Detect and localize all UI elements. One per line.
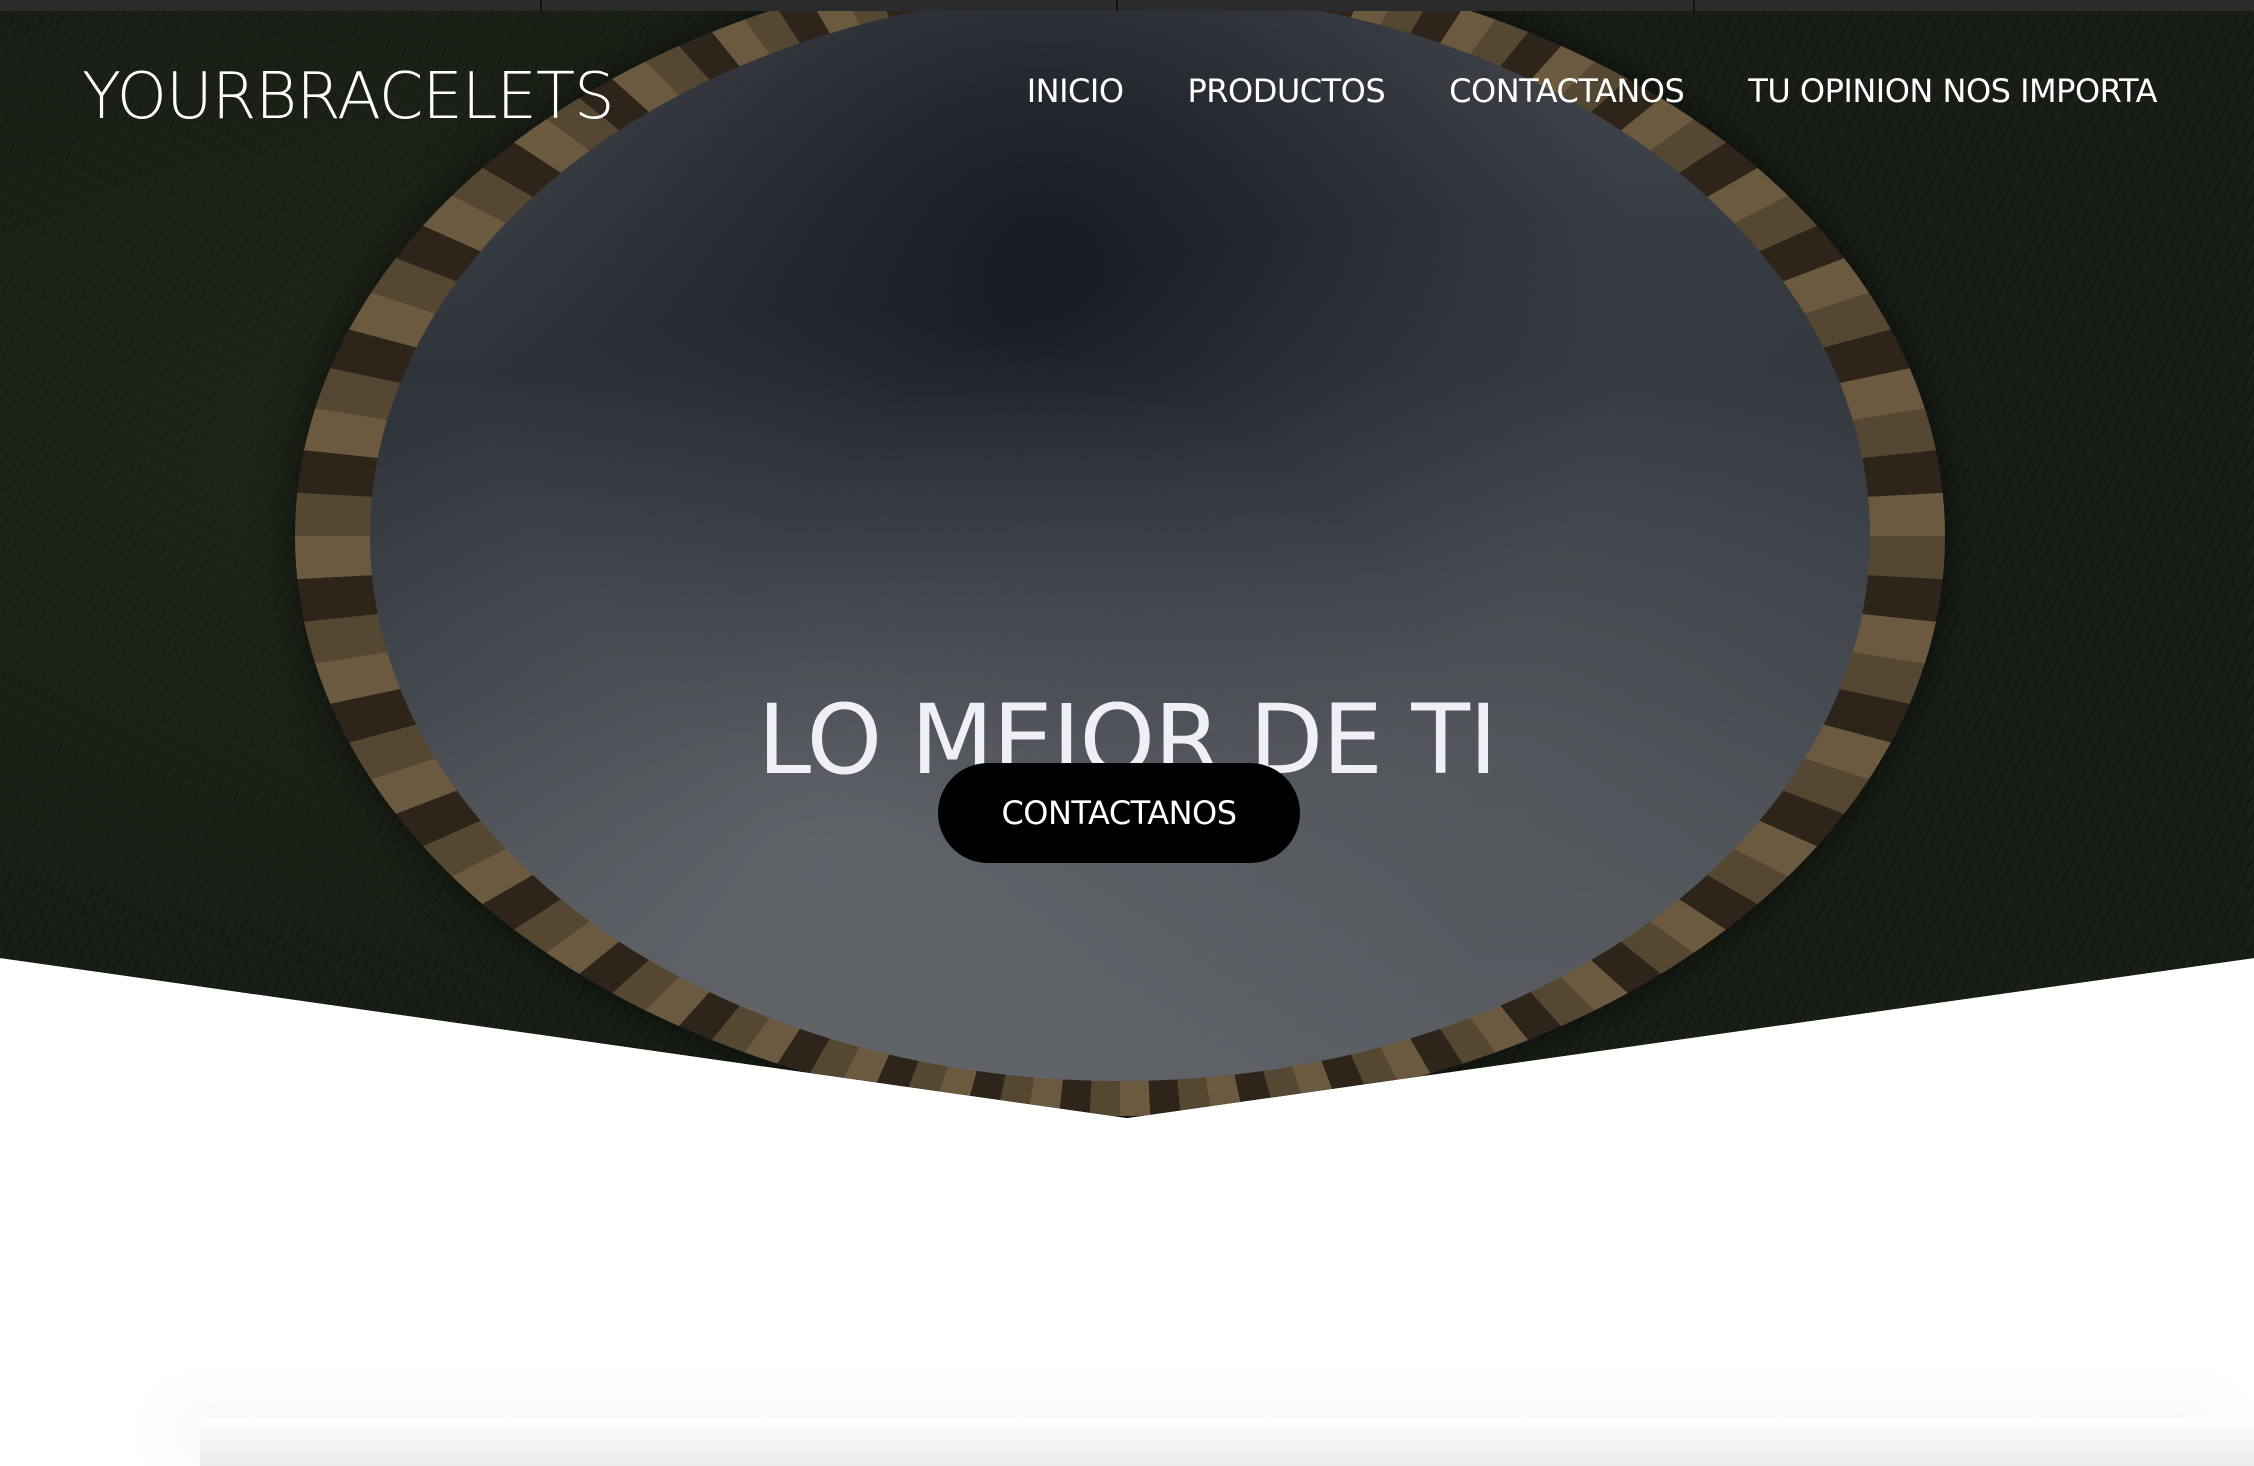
page: YOURBRACELETS INICIO PRODUCTOS CONTACTAN… <box>0 0 2254 1466</box>
main-nav: INICIO PRODUCTOS CONTACTANOS TU OPINION … <box>1027 72 2158 110</box>
nav-item-productos[interactable]: PRODUCTOS <box>1188 72 1386 110</box>
hero-section <box>0 11 2254 1118</box>
hero-overlay <box>0 11 2254 1118</box>
tab-divider <box>540 0 542 11</box>
nav-item-opinion[interactable]: TU OPINION NOS IMPORTA <box>1748 72 2157 110</box>
brand-logo[interactable]: YOURBRACELETS <box>82 60 615 134</box>
tab-divider <box>1116 0 1118 11</box>
tab-divider <box>1693 0 1695 11</box>
contact-cta-button[interactable]: CONTACTANOS <box>938 763 1300 863</box>
nav-item-contactanos[interactable]: CONTACTANOS <box>1449 72 1685 110</box>
content-card-edge <box>200 1418 2254 1466</box>
top-tab-strip <box>0 0 2254 11</box>
nav-item-inicio[interactable]: INICIO <box>1027 72 1124 110</box>
